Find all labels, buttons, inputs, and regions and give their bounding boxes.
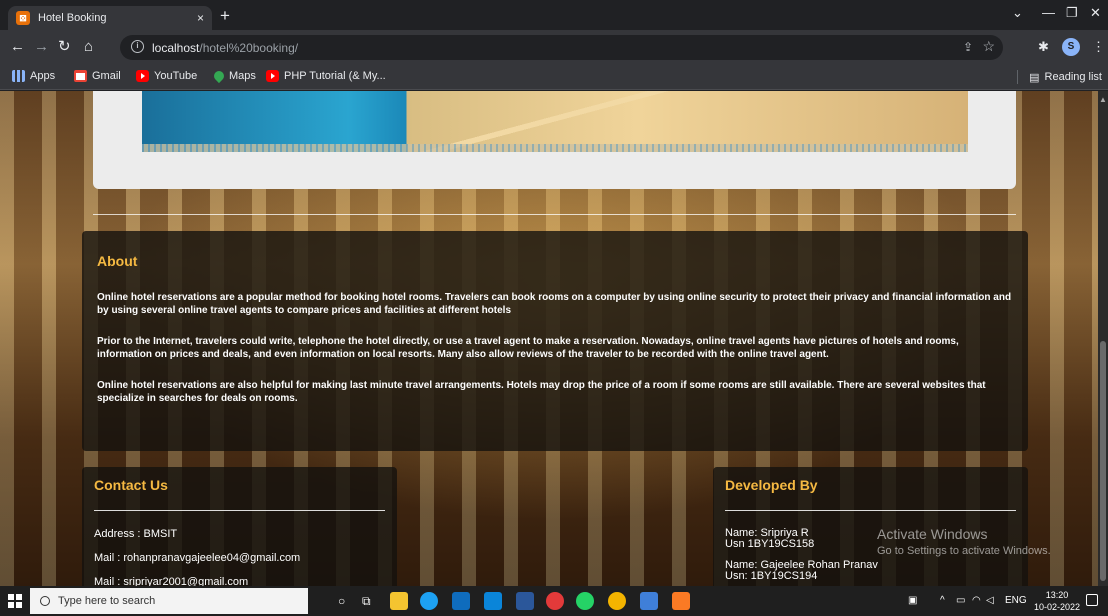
apps-grid-icon bbox=[12, 70, 25, 82]
contact-mail-1[interactable]: Mail : rohanpranavgajeelee04@gmail.com bbox=[94, 552, 385, 564]
about-paragraph-1: Online hotel reservations are a popular … bbox=[97, 292, 1012, 316]
scrollbar-thumb[interactable] bbox=[1100, 341, 1106, 581]
about-section: About Online hotel reservations are a po… bbox=[82, 231, 1028, 451]
search-placeholder: Type here to search bbox=[58, 595, 156, 607]
bookmarks-bar: Apps Gmail YouTube Maps PHP Tutorial (& … bbox=[0, 64, 1108, 90]
tab-title: Hotel Booking bbox=[38, 12, 107, 24]
bookmark-apps[interactable]: Apps bbox=[12, 70, 55, 82]
store-icon[interactable] bbox=[452, 592, 470, 610]
youtube-icon bbox=[136, 70, 149, 82]
chrome-icon[interactable] bbox=[608, 592, 626, 610]
hero-image-card bbox=[93, 91, 1016, 189]
word-icon[interactable] bbox=[516, 592, 534, 610]
home-icon[interactable]: ⌂ bbox=[84, 38, 93, 56]
reading-list[interactable]: ▤ Reading list bbox=[1017, 70, 1102, 84]
new-tab-button[interactable]: + bbox=[220, 6, 230, 26]
window-close-icon[interactable]: ✕ bbox=[1090, 5, 1101, 21]
maps-pin-icon bbox=[211, 68, 227, 84]
hotel-pool-image bbox=[142, 91, 968, 152]
share-icon[interactable]: ⇪ bbox=[963, 40, 973, 54]
reload-icon[interactable]: ↻ bbox=[58, 38, 71, 56]
page-scrollbar[interactable]: ▲ bbox=[1098, 91, 1108, 586]
contact-section: Contact Us Address : BMSIT Mail : rohanp… bbox=[82, 467, 397, 586]
section-divider bbox=[93, 214, 1016, 215]
contact-mail-2[interactable]: Mail : sripriyar2001@gmail.com bbox=[94, 576, 385, 586]
restore-icon[interactable]: ❐ bbox=[1066, 5, 1078, 21]
file-explorer-icon[interactable] bbox=[390, 592, 408, 610]
cortana-icon[interactable]: ○ bbox=[338, 594, 345, 608]
menu-kebab-icon[interactable]: ⋮ bbox=[1092, 39, 1105, 55]
notification-icon[interactable] bbox=[1086, 594, 1098, 606]
search-icon bbox=[40, 596, 50, 606]
bookmark-youtube[interactable]: YouTube bbox=[136, 70, 197, 82]
tab-hotel-booking[interactable]: ⊠ Hotel Booking × bbox=[8, 6, 212, 30]
windows-start-icon[interactable] bbox=[8, 594, 22, 608]
about-paragraph-3: Online hotel reservations are also helpf… bbox=[97, 380, 986, 404]
wifi-icon[interactable]: ◠ bbox=[972, 595, 981, 606]
activate-windows-watermark: Activate Windows Go to Settings to activ… bbox=[877, 526, 1051, 557]
volume-icon[interactable]: ◁ bbox=[986, 595, 994, 606]
xampp-icon[interactable] bbox=[672, 592, 690, 610]
developer-2-usn: Usn: 1BY19CS194 bbox=[725, 570, 818, 582]
opera-icon[interactable] bbox=[546, 592, 564, 610]
site-info-icon[interactable]: i bbox=[131, 40, 144, 53]
app-icon[interactable] bbox=[640, 592, 658, 610]
about-heading: About bbox=[97, 253, 138, 269]
tab-close-icon[interactable]: × bbox=[197, 11, 204, 25]
windows-taskbar: Type here to search ○ ⧉ ▣ ^ ▭ ◠ ◁ ENG 13… bbox=[0, 586, 1108, 616]
keyboard-icon[interactable]: ▣ bbox=[908, 595, 917, 606]
language-indicator[interactable]: ENG bbox=[1005, 595, 1027, 606]
url-text[interactable]: localhost/hotel%20booking/ bbox=[152, 41, 298, 55]
tab-search-icon[interactable]: ⌄ bbox=[1012, 5, 1023, 21]
taskbar-search-box[interactable]: Type here to search bbox=[30, 588, 308, 614]
gmail-icon bbox=[74, 70, 87, 82]
reading-list-icon: ▤ bbox=[1029, 71, 1040, 84]
whatsapp-icon[interactable] bbox=[576, 592, 594, 610]
minimize-icon[interactable]: — bbox=[1042, 5, 1055, 20]
bookmark-php-tutorial[interactable]: PHP Tutorial (& My... bbox=[266, 70, 386, 82]
address-bar[interactable]: i localhost/hotel%20booking/ ⇪ ☆ bbox=[120, 35, 1003, 60]
task-view-icon[interactable]: ⧉ bbox=[362, 594, 371, 609]
bookmark-gmail[interactable]: Gmail bbox=[74, 70, 121, 82]
mail-icon[interactable] bbox=[484, 592, 502, 610]
contact-address: Address : BMSIT bbox=[94, 528, 178, 540]
bookmark-maps[interactable]: Maps bbox=[211, 68, 256, 84]
network-icon[interactable]: ▭ bbox=[956, 595, 965, 606]
contact-heading: Contact Us bbox=[94, 477, 168, 493]
xampp-favicon-icon: ⊠ bbox=[16, 11, 30, 25]
scroll-up-arrow-icon[interactable]: ▲ bbox=[1099, 95, 1107, 104]
tray-chevron-icon[interactable]: ^ bbox=[940, 595, 945, 606]
developed-by-heading: Developed By bbox=[725, 477, 818, 493]
toolbar: ← → ↻ ⌂ i localhost/hotel%20booking/ ⇪ ☆… bbox=[0, 30, 1108, 64]
forward-arrow-icon[interactable]: → bbox=[34, 38, 49, 56]
bookmark-star-icon[interactable]: ☆ bbox=[982, 38, 995, 55]
extensions-puzzle-icon[interactable]: ✱ bbox=[1038, 39, 1049, 55]
page-viewport: About Online hotel reservations are a po… bbox=[0, 91, 1108, 586]
developed-divider bbox=[725, 510, 1016, 511]
taskbar-clock[interactable]: 13:20 10-02-2022 bbox=[1034, 589, 1080, 613]
about-paragraph-2: Prior to the Internet, travelers could w… bbox=[97, 336, 959, 360]
tab-strip: ⊠ Hotel Booking × + ⌄ — ❐ ✕ bbox=[0, 0, 1108, 30]
edge-icon[interactable] bbox=[420, 592, 438, 610]
back-arrow-icon[interactable]: ← bbox=[10, 38, 25, 56]
youtube-icon bbox=[266, 70, 279, 82]
contact-divider bbox=[94, 510, 385, 511]
profile-avatar[interactable]: S bbox=[1062, 38, 1080, 56]
